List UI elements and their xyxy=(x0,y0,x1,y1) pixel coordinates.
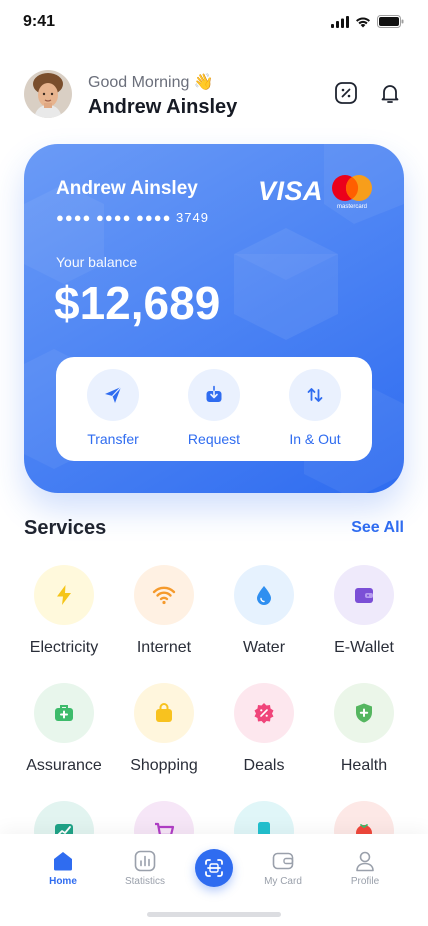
status-bar: 9:41 xyxy=(0,0,428,44)
nav-my-card[interactable]: My Card xyxy=(248,850,318,890)
nav-my-card-label: My Card xyxy=(264,876,302,887)
greeting-text: Good Morning 👋 xyxy=(88,74,214,91)
service-e-wallet-ring xyxy=(334,565,394,625)
wallet-card-icon xyxy=(272,852,294,870)
user-name: Andrew Ainsley xyxy=(88,96,238,118)
status-icons xyxy=(331,15,404,28)
nav-home-label: Home xyxy=(49,876,77,887)
battery-icon xyxy=(377,15,404,28)
bell-icon xyxy=(381,85,399,103)
service-internet[interactable]: Internet xyxy=(114,565,214,665)
lightning-icon xyxy=(57,585,71,605)
service-deals-ring xyxy=(234,683,294,743)
briefcase-medical-icon xyxy=(55,705,73,721)
service-label: Health xyxy=(340,757,388,774)
service-e-wallet[interactable]: E-Wallet xyxy=(314,565,414,665)
nav-statistics[interactable]: Statistics xyxy=(110,850,180,890)
shopping-bag-icon xyxy=(156,703,172,722)
service-internet-ring xyxy=(134,565,194,625)
notification-button[interactable] xyxy=(377,80,403,106)
balance-amount: $12,689 xyxy=(54,277,221,329)
service-electricity-ring xyxy=(34,565,94,625)
service-assurance[interactable]: Assurance xyxy=(14,683,114,783)
home-indicator xyxy=(147,912,281,917)
service-shopping[interactable]: Shopping xyxy=(114,683,214,783)
service-water-ring xyxy=(234,565,294,625)
balance-label: Your balance xyxy=(56,254,138,270)
wallet-icon xyxy=(355,588,373,603)
in-out-button[interactable]: In & Out xyxy=(269,369,361,453)
download-box-icon xyxy=(206,385,222,402)
service-label: E-Wallet xyxy=(334,639,394,656)
up-down-arrows-icon xyxy=(307,388,323,402)
card-actions: Transfer Request In & Out xyxy=(56,357,372,461)
promo-button[interactable] xyxy=(333,80,359,106)
discount-icon xyxy=(335,82,357,104)
chart-bars-icon xyxy=(134,850,156,872)
avatar[interactable] xyxy=(24,70,72,118)
transfer-button[interactable]: Transfer xyxy=(67,369,159,453)
request-button[interactable]: Request xyxy=(168,369,260,453)
water-drop-icon xyxy=(257,586,271,605)
service-health[interactable]: Health xyxy=(314,683,414,783)
discount-badge-icon xyxy=(254,703,274,724)
avatar-image xyxy=(24,70,72,118)
header: Good Morning 👋 Andrew Ainsley xyxy=(24,70,404,120)
request-label: Request xyxy=(187,431,241,447)
shield-plus-icon xyxy=(356,703,372,723)
services-title: Services xyxy=(24,517,107,539)
balance-card[interactable]: Andrew Ainsley ●●●● ●●●● ●●●● 3749 VISA … xyxy=(24,144,404,493)
wifi-status-icon xyxy=(356,17,370,27)
in-out-label: In & Out xyxy=(289,431,341,447)
transfer-icon-circle xyxy=(87,369,139,421)
signal-icon xyxy=(331,15,349,28)
mastercard-wordmark: mastercard xyxy=(337,204,367,210)
service-water[interactable]: Water xyxy=(214,565,314,665)
card-number: ●●●● ●●●● ●●●● 3749 xyxy=(56,210,209,225)
service-assurance-ring xyxy=(34,683,94,743)
scan-icon xyxy=(205,859,223,877)
transfer-label: Transfer xyxy=(87,431,139,447)
user-icon xyxy=(356,851,374,872)
status-time: 9:41 xyxy=(23,13,56,30)
in-out-icon-circle xyxy=(289,369,341,421)
service-shopping-ring xyxy=(134,683,194,743)
service-electricity[interactable]: Electricity xyxy=(14,565,114,665)
nav-statistics-label: Statistics xyxy=(124,876,165,887)
paper-plane-icon xyxy=(105,386,122,403)
nav-profile-label: Profile xyxy=(350,876,380,887)
card-holder-name: Andrew Ainsley xyxy=(56,178,198,199)
see-all-link[interactable]: See All xyxy=(351,519,404,537)
visa-logo: VISA xyxy=(258,176,324,206)
request-icon-circle xyxy=(188,369,240,421)
wifi-icon xyxy=(152,586,176,605)
bottom-nav: Home Statistics My Card Profile xyxy=(0,834,428,926)
nav-profile[interactable]: Profile xyxy=(330,850,400,890)
scan-button[interactable] xyxy=(195,849,233,887)
service-health-ring xyxy=(334,683,394,743)
service-deals[interactable]: Deals xyxy=(214,683,314,783)
home-icon xyxy=(54,852,72,871)
mastercard-logo: mastercard xyxy=(330,174,374,210)
nav-home[interactable]: Home xyxy=(28,850,98,890)
